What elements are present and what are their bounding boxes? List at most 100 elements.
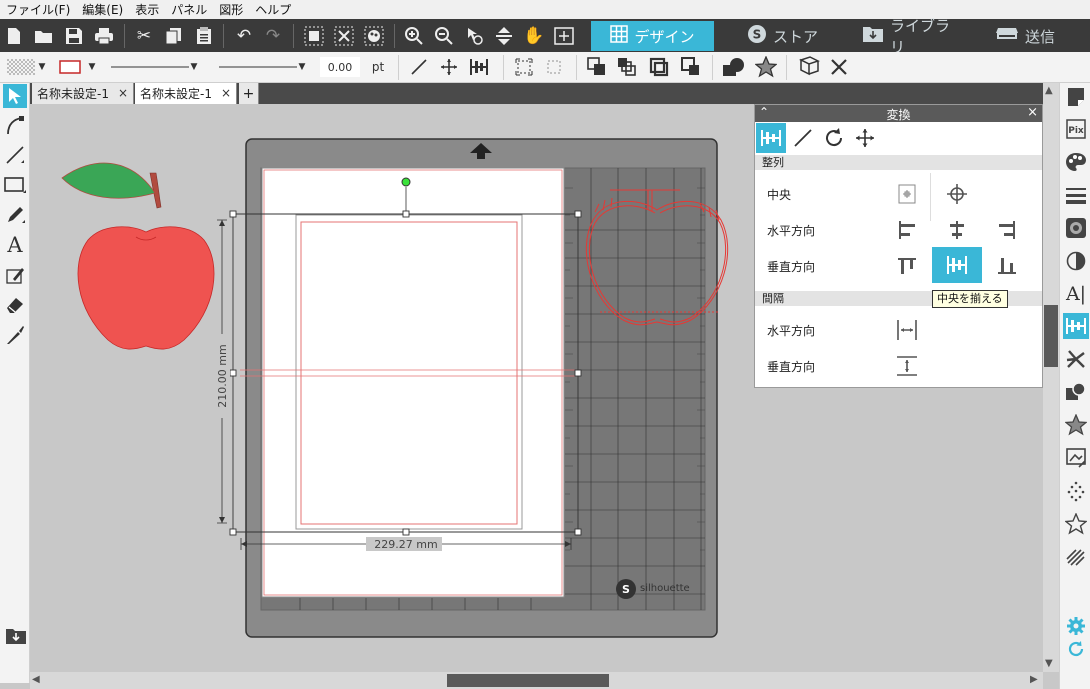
apple-body[interactable] <box>77 226 215 350</box>
close-icon[interactable]: × <box>1027 105 1038 120</box>
transform-panel-icon[interactable] <box>1063 313 1089 339</box>
close-icon[interactable]: × <box>221 86 231 100</box>
horizontal-scrollbar[interactable]: ◀ ▶ <box>30 672 1043 689</box>
fit-to-page-disabled-icon[interactable] <box>541 57 567 77</box>
line-tool-icon[interactable] <box>406 57 432 77</box>
print-icon[interactable] <box>93 25 115 47</box>
send-to-back-icon[interactable] <box>678 57 704 77</box>
select-all-icon[interactable] <box>363 25 385 47</box>
rotate-tab-icon[interactable] <box>819 123 849 153</box>
line-end-dropdown-icon[interactable]: ▼ <box>296 57 308 77</box>
align-center-icon[interactable] <box>942 215 972 245</box>
fit-to-bounds-icon[interactable] <box>511 57 537 77</box>
zoom-select-icon[interactable] <box>463 25 485 47</box>
line-color-dropdown-icon[interactable]: ▼ <box>86 57 98 77</box>
fill-pattern-swatch[interactable] <box>6 57 36 77</box>
open-folder-icon[interactable] <box>33 25 55 47</box>
page-setup-icon[interactable] <box>1063 84 1089 110</box>
send-backward-icon[interactable] <box>646 57 672 77</box>
bring-to-front-icon[interactable] <box>584 57 610 77</box>
select-tool-icon[interactable] <box>3 84 27 108</box>
line-thickness-input[interactable]: 0.00 <box>320 57 360 77</box>
close-icon[interactable]: × <box>118 86 128 100</box>
trace-icon[interactable] <box>1063 445 1089 471</box>
text-style-icon[interactable]: A| <box>1063 281 1089 307</box>
align-quick-icon[interactable] <box>466 57 492 77</box>
menu-panel[interactable]: パネル <box>171 1 207 18</box>
move-icon[interactable] <box>436 57 462 77</box>
hand-pan-icon[interactable]: ✋ <box>523 25 545 47</box>
settings-gear-icon[interactable] <box>1063 613 1089 639</box>
center-on-mat-icon[interactable] <box>892 179 922 209</box>
align-tab-icon[interactable] <box>756 123 786 153</box>
tab-library[interactable]: ライブラリ <box>862 17 957 56</box>
save-icon[interactable] <box>63 25 85 47</box>
zoom-in-icon[interactable] <box>403 25 425 47</box>
eraser-tool-icon[interactable] <box>3 293 27 317</box>
edit-points-tool-icon[interactable] <box>3 113 27 137</box>
sketch-dots-icon[interactable] <box>1063 478 1089 504</box>
pen-tool-icon[interactable] <box>3 203 27 227</box>
knife-tool-icon[interactable] <box>3 323 27 347</box>
fill-dropdown-icon[interactable]: ▼ <box>36 57 48 77</box>
move-tab-icon[interactable] <box>850 123 880 153</box>
align-left-icon[interactable] <box>892 215 922 245</box>
star-outline-icon[interactable] <box>1063 511 1089 537</box>
modify-icon[interactable] <box>1063 379 1089 405</box>
rectangle-tool-icon[interactable] <box>3 173 27 197</box>
delete-icon[interactable] <box>826 57 852 77</box>
space-vertical-icon[interactable] <box>892 351 922 381</box>
add-tab-button[interactable]: + <box>239 83 259 104</box>
menu-edit[interactable]: 編集(E) <box>82 1 123 18</box>
tab-design[interactable]: デザイン <box>591 21 714 51</box>
copy-icon[interactable] <box>163 25 185 47</box>
align-top-icon[interactable] <box>892 251 922 281</box>
align-bottom-icon[interactable] <box>992 251 1022 281</box>
zoom-out-icon[interactable] <box>433 25 455 47</box>
fill-color-palette-icon[interactable] <box>1063 149 1089 175</box>
align-right-icon[interactable] <box>992 215 1022 245</box>
line-end-select[interactable] <box>218 57 298 77</box>
scroll-up-icon[interactable]: ▲ <box>1045 85 1053 96</box>
zoom-fit-icon[interactable] <box>553 25 575 47</box>
gradient-icon[interactable] <box>1063 248 1089 274</box>
line-style-icon[interactable] <box>1063 182 1089 208</box>
tab-store[interactable]: S ストア <box>747 21 827 51</box>
scale-tab-icon[interactable] <box>788 123 818 153</box>
pix-scan-icon[interactable]: Pix <box>1063 116 1089 142</box>
center-to-page-icon[interactable] <box>942 179 972 209</box>
horizontal-scroll-thumb[interactable] <box>447 674 609 687</box>
space-horizontal-icon[interactable] <box>892 315 922 345</box>
new-file-icon[interactable] <box>3 25 25 47</box>
undo-icon[interactable]: ↶ <box>233 25 255 47</box>
bring-forward-icon[interactable] <box>614 57 640 77</box>
replicate-icon[interactable] <box>1063 346 1089 372</box>
sync-icon[interactable] <box>1063 637 1089 661</box>
line-color-swatch[interactable] <box>58 57 82 77</box>
doc-tab[interactable]: 名称未設定-1 × <box>32 83 134 104</box>
line-draw-tool-icon[interactable] <box>3 143 27 167</box>
hatch-fill-icon[interactable] <box>1063 544 1089 570</box>
offset-star-icon[interactable] <box>1063 412 1089 438</box>
scroll-down-icon[interactable]: ▼ <box>1045 658 1053 669</box>
eraser-edit-tool-icon[interactable] <box>3 263 27 287</box>
vertical-scrollbar[interactable]: ▲ ▼ <box>1043 83 1059 672</box>
vertical-scroll-thumb[interactable] <box>1044 305 1058 367</box>
library-shortcut-icon[interactable] <box>3 624 29 648</box>
fit-to-page-icon[interactable] <box>493 25 515 47</box>
paste-icon[interactable] <box>193 25 215 47</box>
doc-tab-active[interactable]: 名称未設定-1 × <box>135 83 237 104</box>
scroll-right-icon[interactable]: ▶ <box>1030 674 1038 685</box>
fill-pattern-icon[interactable] <box>1063 215 1089 241</box>
menu-view[interactable]: 表示 <box>135 1 159 18</box>
redo-icon[interactable]: ↷ <box>262 25 284 47</box>
3d-box-icon[interactable] <box>794 56 822 77</box>
menu-shape[interactable]: 図形 <box>219 1 243 18</box>
menu-help[interactable]: ヘルプ <box>255 1 291 18</box>
apple-leaf[interactable] <box>61 162 156 199</box>
group-icon[interactable] <box>303 25 325 47</box>
tab-send[interactable]: 送信 <box>995 21 1085 51</box>
line-style-select[interactable] <box>110 57 190 77</box>
weld-icon[interactable] <box>720 57 748 77</box>
menu-file[interactable]: ファイル(F) <box>6 1 70 18</box>
